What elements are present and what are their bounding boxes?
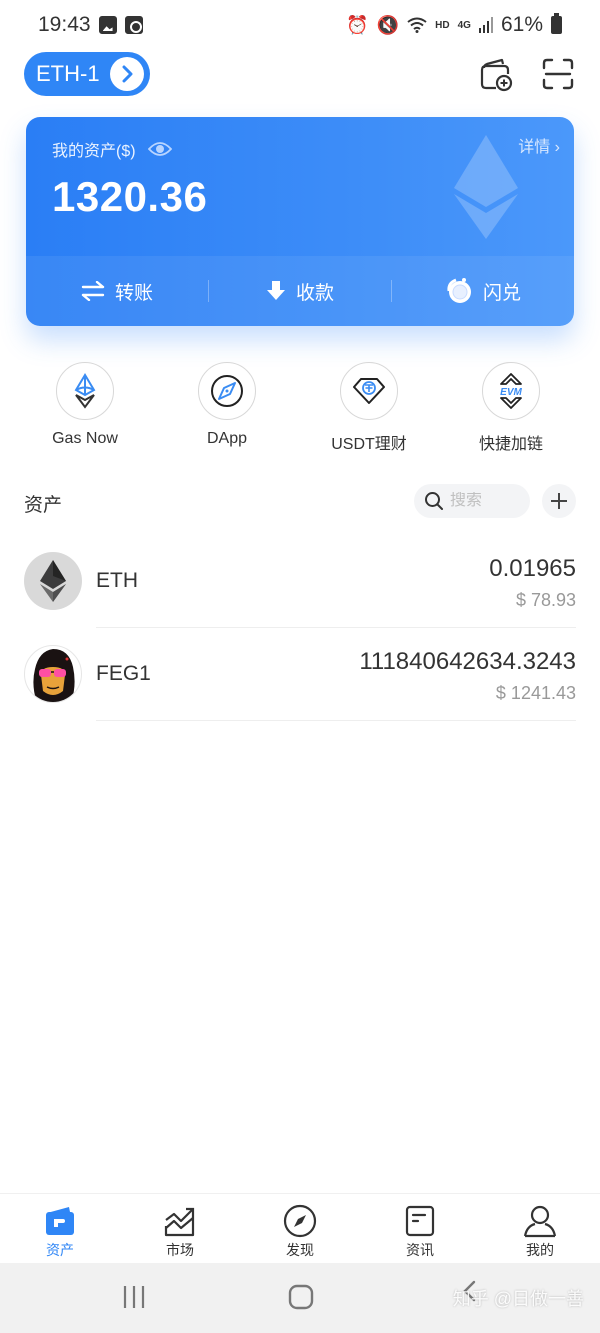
divider <box>96 720 576 721</box>
tab-news[interactable]: 资讯 <box>360 1194 480 1263</box>
quick-actions: Gas Now DApp USDT理财 EVM 快捷加链 <box>0 362 600 454</box>
search-icon <box>425 492 443 510</box>
details-link[interactable]: 详情 › <box>518 133 560 157</box>
feg-gorilla-logo-icon <box>24 645 82 703</box>
evm-icon: EVM <box>500 373 523 409</box>
home-icon[interactable] <box>288 1283 314 1311</box>
assets-title: 资产 <box>24 495 63 516</box>
token-value: $ 1241.43 <box>495 683 576 703</box>
wallet-add-icon[interactable] <box>478 56 514 92</box>
eye-toggle-icon[interactable] <box>147 141 172 157</box>
ethereum-watermark-icon <box>454 135 518 239</box>
token-row-eth[interactable]: ETH 0.01965 $ 78.93 <box>0 535 600 628</box>
asset-summary-card: 我的资产($) 1320.36 详情 › 转账 收款 闪兑 <box>26 117 574 326</box>
alarm-icon: ⏰ <box>346 14 369 35</box>
recent-apps-icon[interactable] <box>122 1283 146 1311</box>
signal-icon <box>478 17 493 33</box>
quick-dapp[interactable]: DApp <box>156 362 298 454</box>
quick-add-chain[interactable]: EVM 快捷加链 <box>440 362 582 454</box>
wallet-name: ETH-1 <box>36 61 100 86</box>
battery-percent: 61% <box>500 13 543 36</box>
usdt-icon <box>353 378 385 404</box>
watermark: 知乎 @日做一善 <box>452 1289 584 1309</box>
chevron-right-icon: › <box>554 139 560 156</box>
assets-header: 资产 <box>0 484 600 520</box>
tab-discover[interactable]: 发现 <box>240 1194 360 1263</box>
user-icon <box>523 1205 557 1238</box>
wallet-icon <box>46 1207 74 1235</box>
receive-button[interactable]: 收款 <box>209 278 391 305</box>
tab-profile[interactable]: 我的 <box>480 1194 600 1263</box>
gallery-notification-icon <box>98 16 117 34</box>
transfer-button[interactable]: 转账 <box>26 278 208 305</box>
transfer-icon <box>81 281 105 301</box>
token-amount: 0.01965 <box>489 555 576 582</box>
wallet-switcher-button[interactable]: ETH-1 <box>24 52 150 96</box>
plus-icon <box>551 493 567 509</box>
compass-icon <box>283 1204 317 1238</box>
status-bar: 19:43 ⏰ 🔇 HD 4G 61% <box>0 0 600 50</box>
system-nav-bar: 知乎 @日做一善 <box>0 1263 600 1333</box>
bottom-tab-bar: 资产 市场 发现 资讯 我的 <box>0 1193 600 1263</box>
quick-gas-now[interactable]: Gas Now <box>14 362 156 454</box>
total-assets-amount: 1320.36 <box>52 173 208 220</box>
quick-usdt-finance[interactable]: USDT理财 <box>298 362 440 454</box>
market-chart-icon <box>164 1207 195 1237</box>
tab-assets[interactable]: 资产 <box>0 1194 120 1263</box>
clock-notification-icon <box>124 16 143 34</box>
token-row-feg1[interactable]: FEG1 111840642634.3243 $ 1241.43 <box>0 628 600 721</box>
token-symbol: FEG1 <box>96 662 151 685</box>
battery-icon <box>551 13 562 34</box>
token-list: ETH 0.01965 $ 78.93 FEG1 111840642634.32… <box>0 535 600 721</box>
svg-text:EVM: EVM <box>500 387 522 398</box>
status-time: 19:43 <box>38 13 91 36</box>
news-icon <box>405 1205 435 1237</box>
asset-search-box[interactable] <box>414 484 530 518</box>
receive-icon <box>266 281 285 300</box>
mute-icon: 🔇 <box>376 14 400 35</box>
network-type: 4G <box>457 19 471 31</box>
hd-indicator: HD <box>435 19 450 31</box>
asset-search-input[interactable] <box>450 492 520 510</box>
swap-icon <box>447 278 471 303</box>
wifi-icon <box>407 17 427 33</box>
top-bar: ETH-1 <box>0 52 600 96</box>
tab-market[interactable]: 市场 <box>120 1194 240 1263</box>
token-amount: 111840642634.3243 <box>359 648 576 675</box>
add-token-button[interactable] <box>542 484 576 518</box>
chevron-right-icon <box>110 57 144 91</box>
swap-button[interactable]: 闪兑 <box>392 277 574 305</box>
token-value: $ 78.93 <box>515 590 576 610</box>
scan-icon[interactable] <box>540 56 576 92</box>
total-assets-label: 我的资产($) <box>52 143 136 160</box>
token-symbol: ETH <box>96 569 138 592</box>
eth-logo-icon <box>24 552 82 610</box>
compass-icon <box>211 375 243 407</box>
gas-icon <box>74 373 96 409</box>
